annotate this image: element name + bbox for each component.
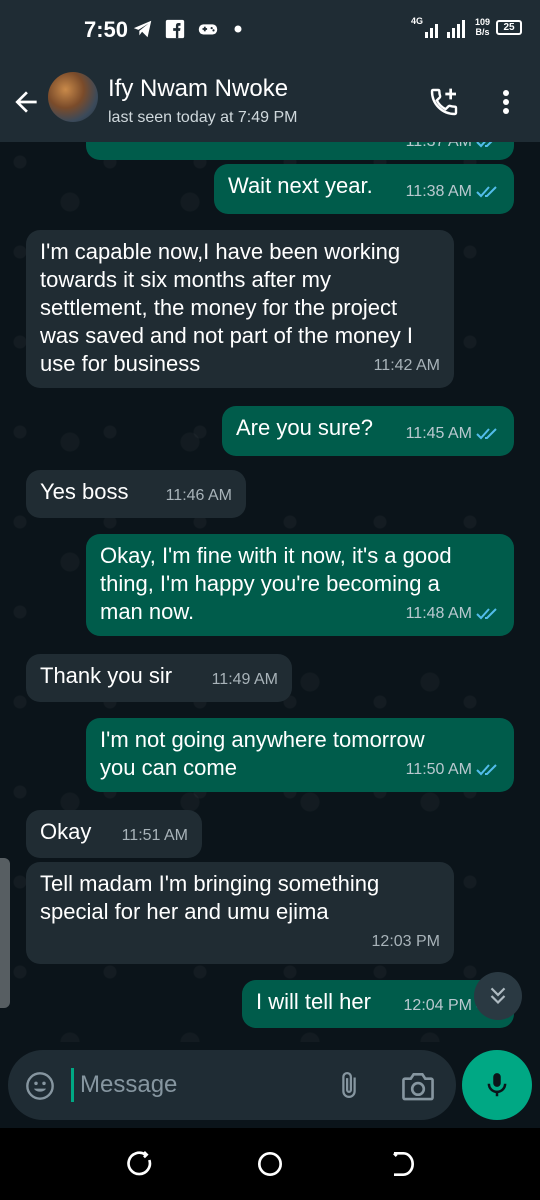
home-icon[interactable] bbox=[254, 1148, 286, 1180]
message-meta: 11:50 AM bbox=[406, 756, 500, 784]
double-check-icon bbox=[476, 186, 497, 198]
message-meta: 11:46 AM bbox=[166, 482, 232, 510]
message-text: Tell madam I'm bringing something specia… bbox=[40, 871, 380, 924]
back-nav-icon[interactable] bbox=[386, 1148, 418, 1180]
contact-name[interactable]: Ify Nwam Nwoke bbox=[108, 75, 288, 103]
message-meta: 11:38 AM bbox=[406, 178, 500, 206]
double-check-icon bbox=[476, 428, 497, 440]
more-options-icon[interactable] bbox=[496, 86, 516, 118]
battery-level: 25 bbox=[503, 21, 515, 33]
status-time: 7:50 bbox=[84, 17, 129, 42]
scroll-to-bottom-button[interactable] bbox=[474, 972, 522, 1020]
message-input[interactable] bbox=[80, 1064, 320, 1106]
signal-icon: 4G bbox=[411, 16, 469, 38]
status-bar: 7:50 4G 109 B/s 25 bbox=[0, 0, 540, 62]
back-arrow-icon[interactable] bbox=[10, 86, 42, 118]
dot-icon bbox=[230, 21, 246, 42]
recent-apps-icon[interactable] bbox=[124, 1148, 156, 1180]
message-bubble-outgoing[interactable]: I'm not going anywhere tomorrow you can … bbox=[86, 718, 514, 792]
message-composer bbox=[8, 1050, 456, 1120]
voice-message-button[interactable] bbox=[462, 1050, 532, 1120]
message-time: 11:49 AM bbox=[211, 671, 278, 688]
message-bubble-outgoing[interactable]: I will tell her 12:04 PM bbox=[242, 980, 514, 1028]
message-time: 11:50 AM bbox=[405, 761, 472, 778]
message-time: 12:03 PM bbox=[371, 933, 440, 950]
message-meta: 11:49 AM bbox=[212, 666, 278, 694]
message-meta: 11:48 AM bbox=[406, 600, 500, 628]
message-meta: 11:37 AM bbox=[406, 142, 500, 156]
gamepad-icon bbox=[196, 18, 220, 45]
last-seen-status: last seen today at 7:49 PM bbox=[108, 109, 298, 126]
message-bubble-incoming[interactable]: Okay 11:51 AM bbox=[26, 810, 202, 858]
message-time: 11:48 AM bbox=[405, 605, 472, 622]
double-check-icon bbox=[476, 142, 493, 148]
message-time: 11:51 AM bbox=[121, 827, 188, 844]
facebook-icon bbox=[164, 18, 186, 45]
chat-header: Ify Nwam Nwoke last seen today at 7:49 P… bbox=[0, 62, 540, 142]
message-bubble-outgoing[interactable]: Are you sure? 11:45 AM bbox=[222, 406, 514, 456]
message-time: 11:38 AM bbox=[405, 183, 472, 200]
chat-area[interactable]: 11:37 AM Wait next year. 11:38 AM I'm ca… bbox=[0, 142, 540, 1042]
battery-icon: 25 bbox=[496, 19, 522, 35]
camera-icon[interactable] bbox=[400, 1070, 436, 1102]
text-cursor bbox=[71, 1068, 74, 1102]
double-chevron-down-icon bbox=[490, 987, 506, 1005]
message-time: 11:45 AM bbox=[405, 425, 472, 442]
avatar[interactable] bbox=[48, 72, 98, 122]
message-bubble-incoming[interactable]: Thank you sir 11:49 AM bbox=[26, 654, 292, 702]
network-speed: 109 B/s bbox=[475, 17, 490, 37]
message-meta: 11:51 AM bbox=[122, 822, 188, 850]
network-type: 4G bbox=[410, 16, 423, 26]
speed-unit: B/s bbox=[475, 27, 490, 37]
message-time: 11:37 AM bbox=[406, 142, 472, 156]
message-meta: 11:42 AM bbox=[374, 352, 440, 380]
message-bubble-incoming[interactable]: Yes boss 11:46 AM bbox=[26, 470, 246, 518]
speed-value: 109 bbox=[474, 17, 490, 27]
message-bubble-outgoing[interactable]: Wait next year. 11:38 AM bbox=[214, 164, 514, 214]
emoji-icon[interactable] bbox=[24, 1070, 56, 1102]
add-call-icon[interactable] bbox=[428, 86, 460, 118]
message-bubble-incoming[interactable]: Tell madam I'm bringing something specia… bbox=[26, 862, 454, 964]
paperclip-icon[interactable] bbox=[334, 1068, 364, 1102]
message-bubble-outgoing[interactable]: Okay, I'm fine with it now, it's a good … bbox=[86, 534, 514, 636]
message-bubble-outgoing[interactable]: 11:37 AM bbox=[86, 142, 514, 160]
message-time: 12:04 PM bbox=[403, 997, 472, 1014]
edge-panel-handle[interactable] bbox=[0, 858, 10, 1008]
message-bubble-incoming[interactable]: I'm capable now,I have been working towa… bbox=[26, 230, 454, 388]
message-meta: 12:03 PM bbox=[372, 928, 440, 956]
telegram-icon bbox=[132, 18, 154, 45]
message-meta: 11:45 AM bbox=[406, 420, 500, 448]
microphone-icon bbox=[487, 1073, 507, 1097]
message-time: 11:42 AM bbox=[373, 357, 440, 374]
double-check-icon bbox=[476, 764, 497, 776]
system-navigation-bar bbox=[0, 1128, 540, 1200]
message-time: 11:46 AM bbox=[165, 487, 232, 504]
double-check-icon bbox=[476, 608, 497, 620]
